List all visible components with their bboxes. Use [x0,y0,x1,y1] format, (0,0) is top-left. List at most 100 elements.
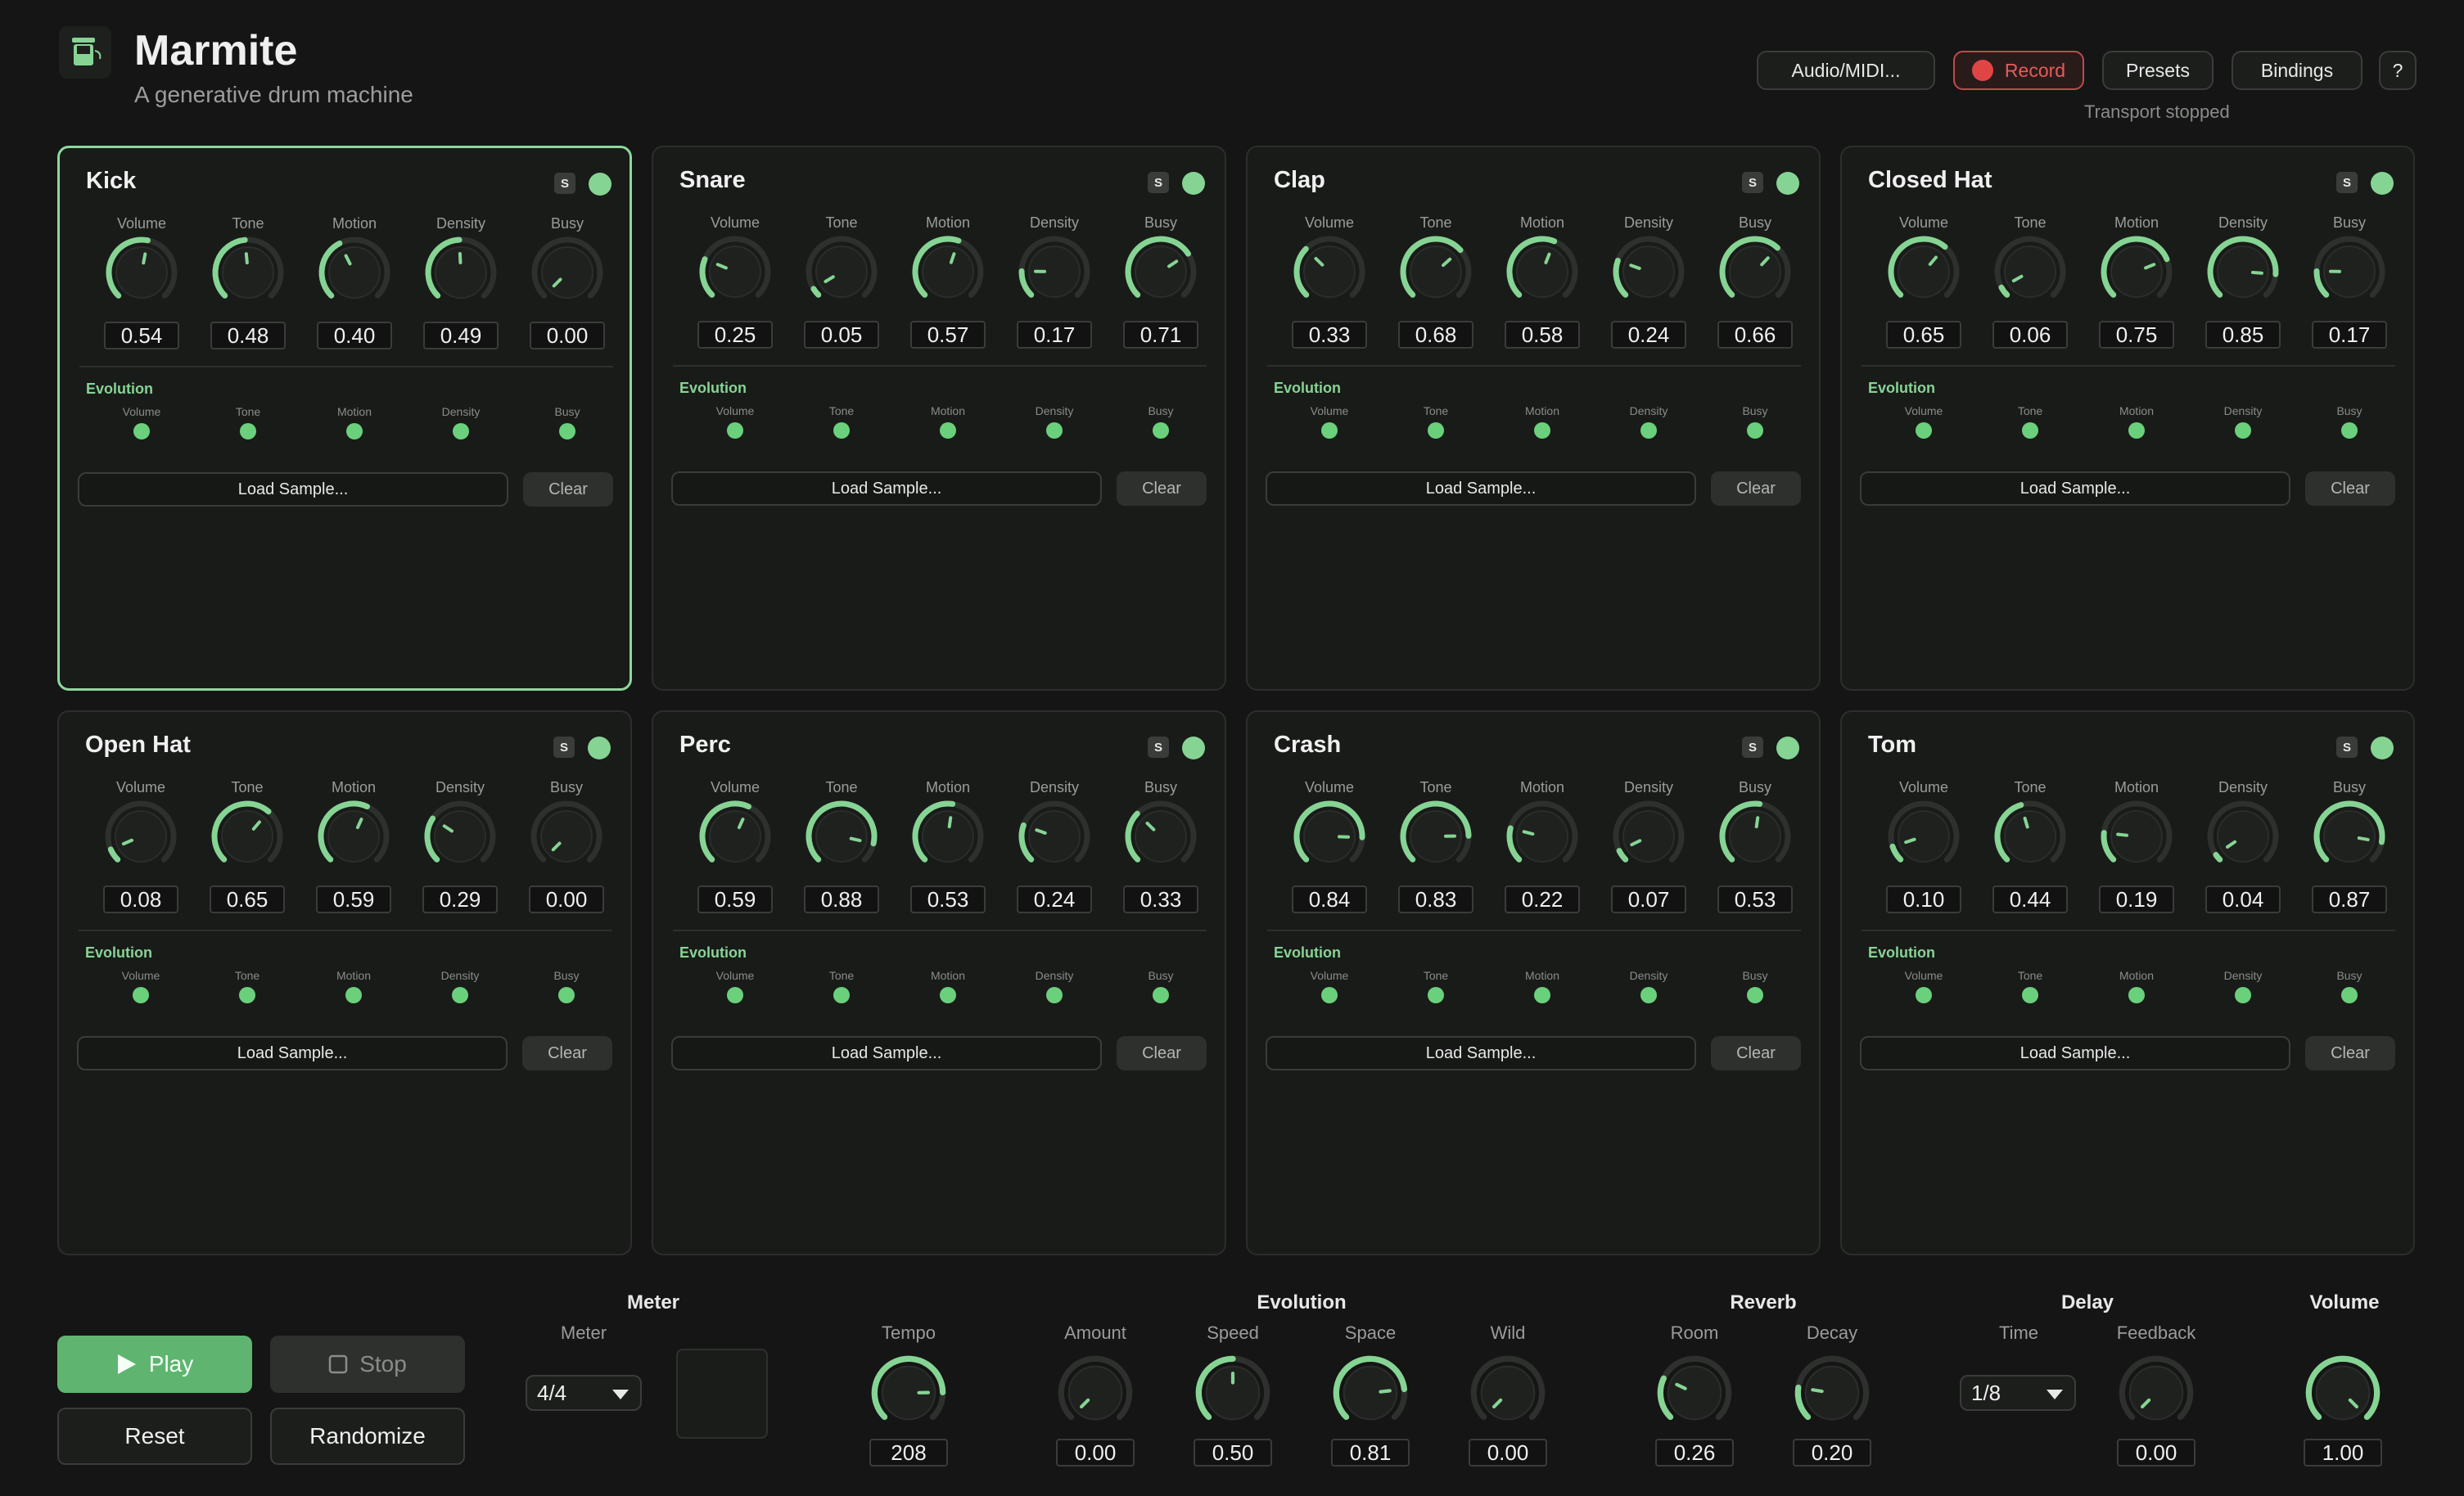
evolution-toggle[interactable] [2128,987,2145,1003]
evolution-toggle[interactable] [239,987,255,1003]
tone-knob[interactable] [1397,797,1475,876]
clear-button[interactable]: Clear [522,1036,612,1070]
param-value[interactable]: 0.19 [2099,885,2174,913]
motion-knob[interactable] [314,797,393,876]
decay-knob[interactable] [1791,1352,1873,1434]
evolution-toggle[interactable] [833,422,850,439]
feedback-value[interactable]: 0.00 [2117,1439,2195,1467]
help-button[interactable]: ? [2379,51,2417,90]
track-card[interactable]: Open Hat S Volume 0.08 Tone 0.65 Motion 0.59 Den… [57,710,632,1255]
evolution-toggle[interactable] [1534,422,1550,439]
evolution-toggle[interactable] [133,987,149,1003]
evolution-toggle[interactable] [1747,987,1763,1003]
track-active-indicator[interactable] [1776,172,1799,195]
param-value[interactable]: 0.04 [2205,885,2281,913]
clear-button[interactable]: Clear [1711,471,1801,506]
param-value[interactable]: 0.10 [1886,885,1961,913]
param-value[interactable]: 0.54 [104,322,179,349]
master-volume-knob[interactable] [2302,1352,2384,1434]
param-value[interactable]: 0.53 [1717,885,1793,913]
load-sample-button[interactable]: Load Sample... [671,1036,1102,1070]
param-value[interactable]: 0.29 [422,885,498,913]
solo-button[interactable]: S [1148,172,1169,193]
motion-knob[interactable] [2097,797,2176,876]
load-sample-button[interactable]: Load Sample... [1860,1036,2290,1070]
motion-knob[interactable] [1503,232,1582,311]
track-active-indicator[interactable] [589,173,611,196]
tempo-value[interactable]: 208 [869,1439,948,1467]
clear-button[interactable]: Clear [1117,471,1207,506]
param-value[interactable]: 0.17 [1017,321,1092,349]
evolution-toggle[interactable] [1321,987,1338,1003]
param-value[interactable]: 0.59 [316,885,391,913]
record-button[interactable]: Record [1953,51,2084,90]
delay-time-select[interactable]: 1/8 [1960,1375,2076,1411]
evolution-toggle[interactable] [559,423,575,439]
param-value[interactable]: 0.59 [697,885,773,913]
busy-knob[interactable] [527,797,606,876]
tone-knob[interactable] [209,233,287,312]
track-active-indicator[interactable] [1776,737,1799,759]
track-card[interactable]: Closed Hat S Volume 0.65 Tone 0.06 Motion 0.75 D… [1840,146,2415,691]
motion-knob[interactable] [2097,232,2176,311]
motion-knob[interactable] [315,233,394,312]
randomize-button[interactable]: Randomize [270,1408,465,1465]
evolution-toggle[interactable] [453,423,469,439]
evolution-toggle[interactable] [1534,987,1550,1003]
evolution-toggle[interactable] [2235,422,2251,439]
speed-value[interactable]: 0.50 [1194,1439,1272,1467]
wild-knob[interactable] [1467,1352,1549,1434]
solo-button[interactable]: S [553,737,575,758]
tone-knob[interactable] [802,232,881,311]
evolution-toggle[interactable] [1916,422,1932,439]
load-sample-button[interactable]: Load Sample... [78,472,508,507]
param-value[interactable]: 0.07 [1611,885,1686,913]
track-active-indicator[interactable] [1182,737,1205,759]
density-knob[interactable] [1015,797,1094,876]
tone-knob[interactable] [208,797,287,876]
evolution-toggle[interactable] [346,423,363,439]
param-value[interactable]: 0.57 [910,321,986,349]
param-value[interactable]: 0.33 [1123,885,1198,913]
busy-knob[interactable] [2310,797,2389,876]
evolution-toggle[interactable] [345,987,362,1003]
param-value[interactable]: 0.25 [697,321,773,349]
solo-button[interactable]: S [2336,737,2358,758]
evolution-toggle[interactable] [1046,987,1063,1003]
evolution-toggle[interactable] [1747,422,1763,439]
param-value[interactable]: 0.83 [1398,885,1473,913]
track-active-indicator[interactable] [588,737,611,759]
param-value[interactable]: 0.24 [1017,885,1092,913]
busy-knob[interactable] [1121,797,1200,876]
evolution-toggle[interactable] [2022,987,2038,1003]
evolution-toggle[interactable] [2341,987,2358,1003]
evolution-toggle[interactable] [1153,987,1169,1003]
track-active-indicator[interactable] [2371,737,2394,759]
evolution-toggle[interactable] [240,423,256,439]
param-value[interactable]: 0.85 [2205,321,2281,349]
evolution-toggle[interactable] [1046,422,1063,439]
solo-button[interactable]: S [554,173,575,194]
evolution-toggle[interactable] [727,987,743,1003]
evolution-toggle[interactable] [1428,422,1444,439]
track-card[interactable]: Clap S Volume 0.33 Tone 0.68 Motion 0.58 Density… [1246,146,1821,691]
param-value[interactable]: 0.08 [103,885,178,913]
speed-knob[interactable] [1192,1352,1274,1434]
room-value[interactable]: 0.26 [1655,1439,1734,1467]
param-value[interactable]: 0.00 [530,322,605,349]
load-sample-button[interactable]: Load Sample... [1266,471,1696,506]
density-knob[interactable] [2204,797,2282,876]
track-card[interactable]: Snare S Volume 0.25 Tone 0.05 Motion 0.57 Densit… [652,146,1226,691]
param-value[interactable]: 0.84 [1292,885,1367,913]
track-card[interactable]: Perc S Volume 0.59 Tone 0.88 Motion 0.53 Density… [652,710,1226,1255]
density-knob[interactable] [1609,232,1688,311]
evolution-toggle[interactable] [727,422,743,439]
track-card[interactable]: Tom S Volume 0.10 Tone 0.44 Motion 0.19 Density 0… [1840,710,2415,1255]
param-value[interactable]: 0.87 [2312,885,2387,913]
param-value[interactable]: 0.48 [210,322,286,349]
param-value[interactable]: 0.71 [1123,321,1198,349]
volume-knob[interactable] [1884,797,1963,876]
evolution-toggle[interactable] [1153,422,1169,439]
evolution-toggle[interactable] [1321,422,1338,439]
load-sample-button[interactable]: Load Sample... [1266,1036,1696,1070]
